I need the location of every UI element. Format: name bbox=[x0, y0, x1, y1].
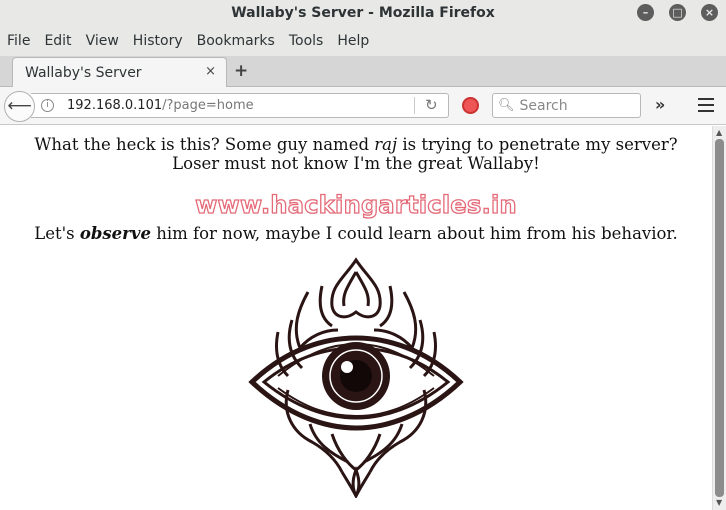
menu-help[interactable]: Help bbox=[337, 33, 369, 49]
tab-label: Wallaby's Server bbox=[25, 64, 142, 81]
toolbar-overflow-button[interactable]: » bbox=[655, 95, 665, 114]
navigation-toolbar: i 192.168.0.101/?page=home ↻ ⟵ 🔍︎ » bbox=[0, 87, 726, 125]
observe-text-a: Let's bbox=[34, 224, 80, 243]
all-seeing-eye-icon bbox=[248, 257, 464, 498]
scroll-down-arrow-icon[interactable]: ▼ bbox=[716, 498, 722, 507]
close-window-button[interactable]: × bbox=[701, 4, 718, 21]
maximize-button[interactable]: □ bbox=[669, 4, 686, 21]
back-button[interactable]: ⟵ bbox=[4, 91, 35, 122]
menu-bookmarks[interactable]: Bookmarks bbox=[197, 33, 275, 49]
close-tab-icon[interactable]: × bbox=[205, 64, 216, 79]
scrollbar-thumb[interactable] bbox=[715, 139, 724, 497]
intro-text-a: What the heck is this? Some guy named bbox=[34, 135, 375, 154]
url-path: /?page=home bbox=[162, 98, 254, 113]
extension-icon[interactable] bbox=[462, 97, 479, 114]
window-title: Wallaby's Server - Mozilla Firefox bbox=[231, 5, 495, 21]
menu-bar: File Edit View History Bookmarks Tools H… bbox=[0, 26, 726, 56]
observe-paragraph: Let's observe him for now, maybe I could… bbox=[0, 224, 712, 243]
new-tab-button[interactable]: + bbox=[234, 61, 248, 81]
intro-paragraph: What the heck is this? Some guy named ra… bbox=[0, 135, 712, 173]
back-arrow-icon: ⟵ bbox=[7, 96, 32, 116]
menu-file[interactable]: File bbox=[7, 33, 30, 49]
vertical-scrollbar[interactable]: ▲ ▼ bbox=[712, 126, 726, 510]
menu-view[interactable]: View bbox=[86, 33, 119, 49]
page-content: What the heck is this? Some guy named ra… bbox=[0, 126, 712, 510]
observe-emphasis: observe bbox=[79, 224, 151, 243]
scroll-up-arrow-icon[interactable]: ▲ bbox=[716, 128, 722, 137]
reload-icon[interactable]: ↻ bbox=[425, 96, 438, 114]
url-host: 192.168.0.101 bbox=[67, 98, 163, 113]
observe-text-b: him for now, maybe I could learn about h… bbox=[150, 224, 678, 243]
hamburger-menu-icon[interactable] bbox=[698, 98, 714, 116]
minimize-button[interactable]: – bbox=[637, 4, 654, 21]
menu-history[interactable]: History bbox=[133, 33, 183, 49]
url-bar-separator bbox=[414, 97, 415, 114]
menu-edit[interactable]: Edit bbox=[44, 33, 71, 49]
tab-wallabys-server[interactable]: Wallaby's Server × bbox=[12, 57, 227, 87]
tab-strip: Wallaby's Server × + bbox=[0, 56, 726, 87]
watermark-text: www.hackingarticles.in bbox=[194, 190, 517, 219]
info-icon[interactable]: i bbox=[41, 99, 54, 112]
url-bar[interactable]: i 192.168.0.101/?page=home ↻ bbox=[31, 93, 449, 118]
search-input[interactable] bbox=[519, 97, 630, 114]
menu-tools[interactable]: Tools bbox=[289, 33, 324, 49]
intro-name: raj bbox=[374, 135, 398, 154]
search-bar[interactable]: 🔍︎ bbox=[492, 93, 641, 118]
window-titlebar: Wallaby's Server - Mozilla Firefox – □ × bbox=[0, 0, 726, 26]
search-icon: 🔍︎ bbox=[498, 98, 515, 113]
